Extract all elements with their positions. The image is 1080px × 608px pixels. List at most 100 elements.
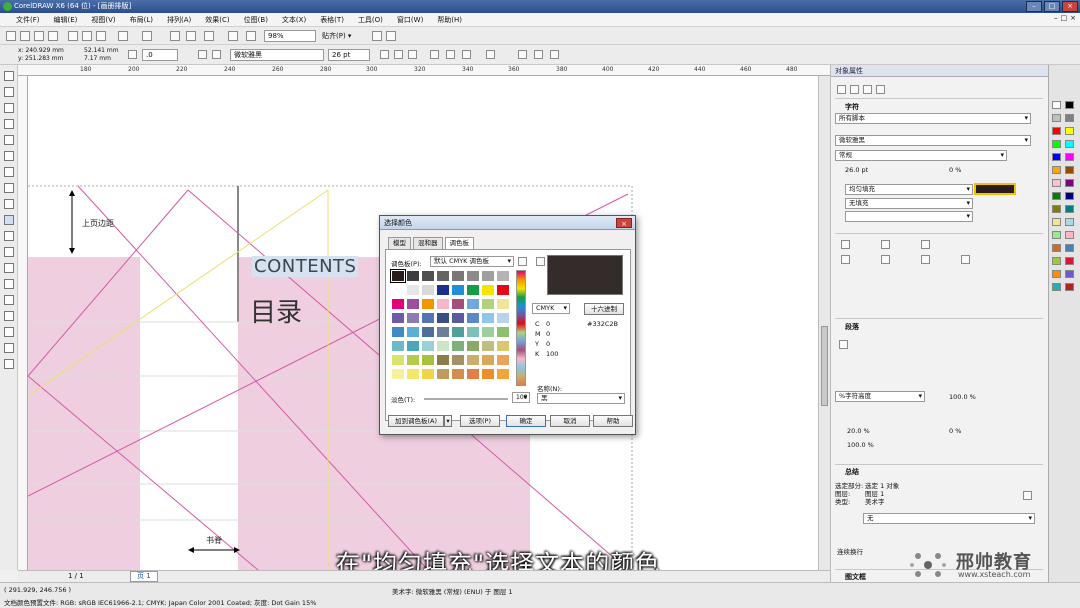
palette-strip[interactable] [516,270,526,386]
color-swatch[interactable] [391,354,405,366]
color-swatch[interactable] [481,298,495,310]
rectangle-tool-icon[interactable] [4,167,14,177]
connector-tool-icon[interactable] [4,263,14,273]
interactive-fill-tool-icon[interactable] [4,359,14,369]
color-model-select[interactable]: CMYK [532,303,570,314]
color-swatch[interactable] [391,298,405,310]
palette-swatch[interactable] [1052,153,1061,161]
menu-table[interactable]: 表格(T) [320,15,344,25]
vertical-text-icon[interactable] [534,50,543,59]
color-profile-info[interactable]: 文档颜色预置文件: RGB: sRGB IEC61966-2.1; CMYK: … [4,597,316,607]
palette-swatch[interactable] [1052,127,1061,135]
menu-file[interactable]: 文件(F) [16,15,40,25]
character-tab-icon[interactable] [837,85,846,94]
text-tool-icon[interactable] [4,215,14,225]
shape-tool-icon[interactable] [4,87,14,97]
color-swatch[interactable] [451,284,465,296]
color-swatch[interactable] [406,270,420,282]
summary-section-title[interactable]: 总结 [845,467,859,477]
color-swatch[interactable] [496,270,510,282]
menu-bitmaps[interactable]: 位图(B) [244,15,268,25]
menu-help[interactable]: 帮助(H) [437,15,462,25]
font-size-select[interactable]: 26 pt [328,49,370,61]
color-swatch[interactable] [451,368,465,380]
x-position-field[interactable]: x: 240.929 mm [18,47,64,54]
color-swatch[interactable] [481,340,495,352]
freehand-tool-icon[interactable] [4,135,14,145]
color-swatch[interactable] [436,270,450,282]
tint-slider[interactable] [424,398,508,400]
color-swatch[interactable] [496,326,510,338]
palette-swatch[interactable] [1065,231,1074,239]
doc-restore-button[interactable]: □ [1061,14,1068,22]
menu-effects[interactable]: 效果(C) [205,15,229,25]
palette-swatch[interactable] [1052,192,1061,200]
color-swatch[interactable] [406,326,420,338]
color-swatch[interactable] [466,312,480,324]
palette-swatch[interactable] [1052,166,1061,174]
cancel-button[interactable]: 取消 [550,415,590,427]
color-swatch[interactable] [391,326,405,338]
color-swatch[interactable] [421,270,435,282]
color-swatch[interactable] [496,298,510,310]
ordinal-icon[interactable] [921,255,930,264]
palette-swatch[interactable] [1052,270,1061,278]
full-screen-preview-icon[interactable] [228,31,238,41]
paragraph-align-none-icon[interactable] [839,340,848,349]
palette-swatch[interactable] [1052,114,1061,122]
vertical-scrollbar[interactable] [818,76,830,570]
color-swatch[interactable] [421,340,435,352]
tab-models[interactable]: 模型 [388,237,411,249]
page-tab-1[interactable]: 页 1 [130,571,158,582]
font-select[interactable]: 微软雅黑 [835,135,1031,146]
welcome-screen-icon[interactable] [372,31,382,41]
eyedropper-tool-icon[interactable] [4,311,14,321]
options-icon[interactable] [386,31,396,41]
menu-view[interactable]: 视图(V) [91,15,115,25]
open-palette-icon[interactable] [518,257,527,266]
number-style-icon[interactable] [841,255,850,264]
color-swatch[interactable] [390,269,406,283]
color-swatch[interactable] [421,354,435,366]
fill-tool-icon[interactable] [4,343,14,353]
hex-button[interactable]: 十六进制 [584,303,624,315]
outline-select[interactable] [845,211,973,222]
polygon-tool-icon[interactable] [4,199,14,209]
frame-tab-icon[interactable] [863,85,872,94]
palette-swatch[interactable] [1065,179,1074,187]
tint-value[interactable]: 100 [512,392,530,403]
underline-options-icon[interactable] [841,240,850,249]
palette-swatch[interactable] [1065,205,1074,213]
color-swatch[interactable] [466,368,480,380]
text-fill-color-swatch[interactable] [974,183,1016,195]
menu-arrange[interactable]: 排列(A) [167,15,191,25]
continuous-wrap-checkbox[interactable]: 连续换行 [837,546,863,556]
word-spacing-value[interactable]: 0 % [949,427,961,435]
zoom-tool-icon[interactable] [4,119,14,129]
close-button[interactable]: × [1062,1,1078,12]
language-spacing-value[interactable]: 100.0 % [847,441,874,449]
rotation-angle-field[interactable]: .0 [142,49,178,61]
cut-icon[interactable] [68,31,78,41]
doc-minimize-button[interactable]: – [1054,14,1058,22]
doc-close-button[interactable]: × [1070,14,1076,22]
color-swatch[interactable] [466,354,480,366]
color-swatch[interactable] [436,340,450,352]
palette-swatch[interactable] [1065,114,1074,122]
color-swatch[interactable] [436,326,450,338]
snap-to-button[interactable]: 贴齐(P) ▾ [322,31,351,41]
align-left-icon[interactable] [430,50,439,59]
copy-icon[interactable] [82,31,92,41]
color-swatch[interactable] [436,298,450,310]
color-swatch[interactable] [466,270,480,282]
zero-style-icon[interactable] [961,255,970,264]
maximize-button[interactable]: □ [1044,1,1060,12]
contents-heading-text[interactable]: CONTENTS [252,256,359,277]
pick-tool-icon[interactable] [4,71,14,81]
palette-swatch[interactable] [1065,140,1074,148]
add-to-palette-button[interactable]: 加到调色板(A) [388,415,444,427]
minimize-button[interactable]: – [1026,1,1042,12]
mirror-vertical-icon[interactable] [212,50,221,59]
palette-swatch[interactable] [1065,283,1074,291]
palette-swatch[interactable] [1065,244,1074,252]
